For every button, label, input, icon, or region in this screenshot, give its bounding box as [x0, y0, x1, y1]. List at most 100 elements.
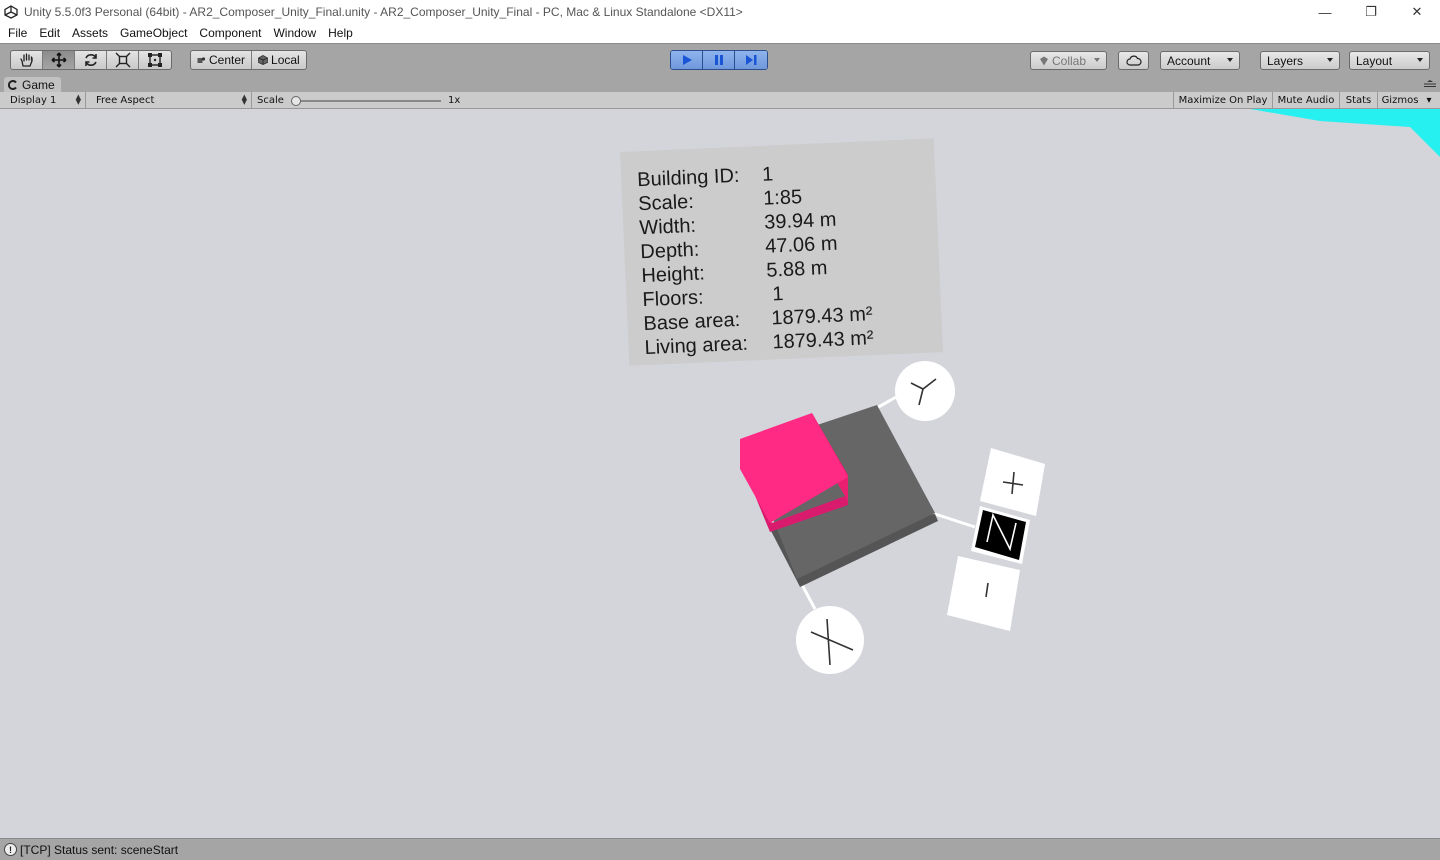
rotate-tool-button[interactable]: [75, 51, 107, 69]
gizmos-caret-icon[interactable]: ▾: [1422, 92, 1436, 109]
info-value-living-area: 1879.43 m²: [771, 327, 875, 354]
rotate-icon: [84, 54, 97, 66]
layers-caret-icon: [1327, 58, 1333, 62]
info-row-floors: Floors: 1: [642, 283, 784, 313]
menu-assets[interactable]: Assets: [66, 24, 114, 43]
play-icon: [682, 55, 692, 65]
transform-tools: [10, 50, 172, 70]
compass-minus-button[interactable]: [947, 556, 1020, 631]
playback-controls: [670, 50, 768, 70]
menu-file[interactable]: File: [2, 24, 33, 43]
info-label-scale: Scale:: [637, 190, 695, 216]
pivot-local-toggle[interactable]: Local: [252, 51, 306, 69]
menu-component[interactable]: Component: [193, 24, 267, 43]
minimize-button[interactable]: —: [1302, 0, 1348, 24]
info-label-floors: Floors:: [642, 286, 705, 312]
pause-icon: [714, 55, 723, 65]
window-title-bar: Unity 5.5.0f3 Personal (64bit) - AR2_Com…: [0, 0, 1440, 24]
layout-dropdown[interactable]: Layout: [1349, 51, 1430, 70]
pivot-center-icon: [197, 56, 206, 63]
step-button[interactable]: [735, 51, 767, 69]
info-row-height: Height: 5.88 m: [640, 257, 828, 288]
menu-bar: File Edit Assets GameObject Component Wi…: [0, 24, 1440, 43]
move-tool-button[interactable]: [43, 51, 75, 69]
info-row-depth: Depth: 47.06 m: [639, 233, 838, 265]
rect-icon: [148, 53, 162, 67]
info-value-depth: 47.06 m: [764, 232, 838, 258]
status-bar[interactable]: ! [TCP] Status sent: sceneStart: [0, 838, 1440, 860]
aspect-dropdown[interactable]: Free Aspect ▲ ▼: [90, 92, 252, 109]
scale-icon: [115, 52, 130, 68]
pivot-center-toggle[interactable]: Center: [191, 51, 253, 69]
account-dropdown[interactable]: Account: [1160, 51, 1240, 70]
collab-label: Collab: [1052, 53, 1087, 68]
gizmos-toggle[interactable]: Gizmos: [1377, 92, 1422, 109]
account-label: Account: [1167, 53, 1211, 68]
info-row-living-area: Living area: 1879.43 m²: [644, 327, 874, 360]
status-message: [TCP] Status sent: sceneStart: [20, 842, 179, 857]
game-viewport[interactable]: Building ID: 1 Scale: 1:85 Width: 39.94 …: [0, 109, 1440, 838]
scale-label: Scale: [257, 95, 284, 106]
local-cube-icon: [258, 55, 268, 65]
info-value-width: 39.94 m: [763, 208, 837, 234]
hand-icon: [19, 53, 33, 67]
info-label-living-area: Living area:: [644, 332, 749, 360]
info-label-depth: Depth:: [639, 238, 700, 264]
pivot-center-label: Center: [209, 53, 246, 67]
info-row-building-id: Building ID: 1: [636, 163, 774, 192]
menu-gameobject[interactable]: GameObject: [114, 24, 193, 43]
display-label: Display 1: [10, 95, 57, 106]
window-controls: — ❐ ✕: [1302, 0, 1440, 24]
collab-caret-icon: [1094, 58, 1100, 62]
play-button[interactable]: [671, 51, 703, 69]
menu-help[interactable]: Help: [322, 24, 359, 43]
close-button[interactable]: ✕: [1394, 0, 1440, 24]
step-icon: [746, 55, 757, 65]
main-toolbar: Center Local Collab Account Layers Layou…: [0, 43, 1440, 76]
pause-button[interactable]: [703, 51, 735, 69]
info-label-height: Height:: [640, 262, 706, 288]
menu-edit[interactable]: Edit: [33, 24, 66, 43]
layers-dropdown[interactable]: Layers: [1260, 51, 1340, 70]
cloud-button[interactable]: [1118, 51, 1149, 70]
aspect-label: Free Aspect: [96, 95, 155, 106]
info-value-height: 5.88 m: [765, 257, 828, 282]
stats-toggle[interactable]: Stats: [1339, 92, 1377, 109]
info-label-building-id: Building ID:: [636, 164, 740, 192]
scale-tool-button[interactable]: [107, 51, 139, 69]
info-icon: !: [4, 843, 17, 856]
info-value-building-id: 1: [761, 163, 774, 186]
menu-window[interactable]: Window: [267, 24, 322, 43]
info-row-width: Width: 39.94 m: [639, 209, 837, 240]
building-info-panel: Building ID: 1 Scale: 1:85 Width: 39.94 …: [620, 138, 944, 366]
mute-audio-toggle[interactable]: Mute Audio: [1272, 92, 1339, 109]
collab-button[interactable]: Collab: [1030, 51, 1107, 70]
move-icon: [51, 52, 66, 68]
tab-game[interactable]: Game: [4, 77, 61, 92]
axis-y-handle[interactable]: [895, 361, 955, 421]
tab-game-label: Game: [22, 77, 55, 92]
scale-value: 1x: [448, 95, 461, 106]
pivot-local-label: Local: [271, 53, 300, 67]
hand-tool-button[interactable]: [11, 51, 43, 69]
compass-connector: [934, 512, 976, 529]
info-value-base-area: 1879.43 m²: [770, 303, 873, 330]
display-updown-icon: ▲ ▼: [75, 93, 81, 106]
info-label-base-area: Base area:: [643, 308, 741, 336]
scale-slider-thumb[interactable]: [291, 96, 301, 106]
scale-slider-track[interactable]: [295, 100, 441, 102]
info-row-base-area: Base area: 1879.43 m²: [643, 303, 873, 336]
restore-button[interactable]: ❐: [1348, 0, 1394, 24]
cloud-icon: [1125, 55, 1142, 66]
unity-logo-icon: [0, 0, 22, 24]
display-dropdown[interactable]: Display 1 ▲ ▼: [4, 92, 86, 109]
tab-strip: Game: [0, 76, 1440, 92]
rect-tool-button[interactable]: [139, 51, 171, 69]
aspect-updown-icon: ▲ ▼: [241, 93, 247, 106]
layout-label: Layout: [1356, 53, 1393, 68]
account-caret-icon: [1227, 58, 1233, 62]
tab-menu-icon[interactable]: [1424, 80, 1436, 88]
game-tab-icon: [8, 79, 17, 90]
cyan-scene-edge: [1250, 109, 1440, 157]
maximize-on-play-toggle[interactable]: Maximize On Play: [1173, 92, 1272, 109]
